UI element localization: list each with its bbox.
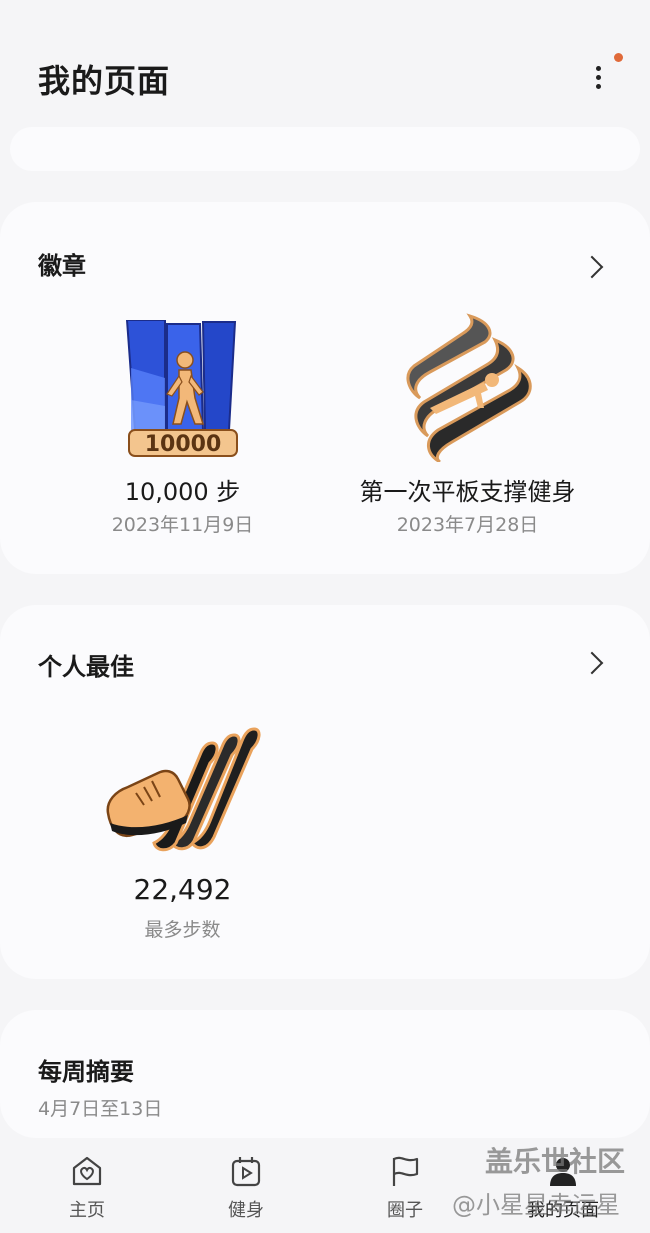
workout-play-icon bbox=[229, 1154, 263, 1188]
badges-title: 徽章 bbox=[38, 252, 86, 280]
my-page: 我的页面 徽章 10000 10,000 步 2023年11月9日 第一次平板支… bbox=[0, 0, 650, 1233]
badge-date: 2023年11月9日 bbox=[111, 514, 254, 536]
watermark-text: @小星星幸运星 bbox=[452, 1191, 620, 1219]
personal-best-card: 个人最佳 22,492 最多步数 bbox=[0, 605, 650, 979]
notification-dot bbox=[614, 53, 623, 62]
badges-card: 徽章 10000 10,000 步 2023年11月9日 第一次平板支撑健身 2… bbox=[0, 202, 650, 574]
more-dot-icon bbox=[596, 66, 601, 71]
more-dot-icon bbox=[596, 84, 601, 89]
home-heart-icon bbox=[70, 1154, 104, 1188]
nav-label: 健身 bbox=[228, 1200, 264, 1221]
badges-chevron-icon[interactable] bbox=[582, 256, 604, 278]
badge-name: 10,000 步 bbox=[124, 478, 241, 506]
nav-item-together[interactable]: 圈子 bbox=[345, 1152, 465, 1232]
badge-date: 2023年7月28日 bbox=[396, 514, 539, 536]
weekly-summary-range: 4月7日至13日 bbox=[38, 1098, 163, 1120]
badge-name: 第一次平板支撑健身 bbox=[359, 478, 576, 506]
personal-best-chevron-icon[interactable] bbox=[582, 652, 604, 674]
header: 我的页面 bbox=[0, 0, 650, 120]
plank-badge-icon[interactable] bbox=[400, 312, 535, 464]
walking-badge-icon[interactable]: 10000 bbox=[125, 319, 240, 458]
weekly-summary-card[interactable]: 每周摘要 4月7日至13日 bbox=[0, 1010, 650, 1138]
svg-text:10000: 10000 bbox=[145, 432, 222, 457]
personal-best-label: 最多步数 bbox=[144, 919, 221, 941]
page-title: 我的页面 bbox=[38, 62, 171, 100]
nav-label: 主页 bbox=[69, 1200, 105, 1221]
profile-card[interactable] bbox=[10, 127, 640, 171]
watermark-text: 盖乐世社区 bbox=[485, 1145, 626, 1178]
more-options-button[interactable] bbox=[582, 58, 616, 98]
personal-best-title: 个人最佳 bbox=[38, 653, 134, 681]
weekly-summary-title: 每周摘要 bbox=[38, 1058, 134, 1086]
nav-label: 圈子 bbox=[387, 1200, 423, 1221]
nav-item-workout[interactable]: 健身 bbox=[186, 1152, 306, 1232]
personal-best-value: 22,492 bbox=[133, 873, 232, 906]
more-dot-icon bbox=[596, 75, 601, 80]
nav-item-home[interactable]: 主页 bbox=[27, 1152, 147, 1232]
shoe-badge-icon[interactable] bbox=[102, 727, 262, 852]
flag-icon bbox=[388, 1154, 422, 1188]
